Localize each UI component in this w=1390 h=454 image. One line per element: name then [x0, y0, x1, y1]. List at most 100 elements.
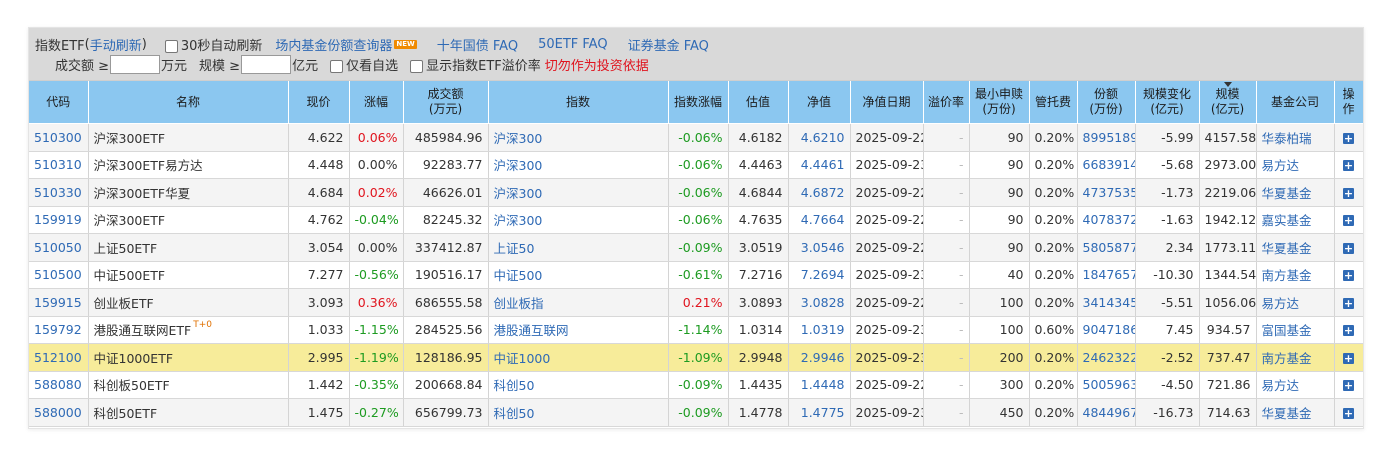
company-link[interactable]: 富国基金 — [1256, 316, 1335, 344]
op-cell[interactable]: + — [1334, 233, 1363, 262]
col-volume-header[interactable]: 成交额 (万元) — [403, 81, 489, 124]
op-cell[interactable]: + — [1334, 316, 1363, 344]
add-favorite-icon[interactable]: + — [1343, 242, 1354, 254]
nav-link[interactable]: 3.0828 — [788, 288, 851, 317]
index-link[interactable]: 上证50 — [488, 233, 669, 262]
securities-fund-faq-link[interactable]: 证券基金 FAQ — [628, 35, 709, 54]
op-cell[interactable]: + — [1334, 123, 1363, 152]
auto-refresh-checkbox[interactable] — [164, 40, 178, 53]
shares-link[interactable]: 6683914 — [1077, 151, 1136, 179]
index-link[interactable]: 科创50 — [488, 371, 669, 399]
index-link[interactable]: 沪深300 — [488, 151, 669, 179]
table-row[interactable]: 512100 中证1000ETF 2.995 -1.19% 128186.95 中证100… — [29, 343, 1363, 372]
table-row[interactable]: 510300 沪深300ETF 4.622 0.06% 485984.96 沪深300 -0… — [29, 123, 1363, 152]
shares-link[interactable]: 3414345 — [1077, 288, 1136, 317]
nav-link[interactable]: 4.7664 — [788, 206, 851, 234]
company-link[interactable]: 华夏基金 — [1256, 178, 1335, 207]
nav-link[interactable]: 1.4775 — [788, 398, 851, 427]
op-cell[interactable]: + — [1334, 343, 1363, 372]
col-price-header[interactable]: 现价 — [288, 81, 350, 124]
nav-link[interactable]: 2.9946 — [788, 343, 851, 372]
add-favorite-icon[interactable]: + — [1343, 187, 1354, 199]
company-link[interactable]: 嘉实基金 — [1256, 206, 1335, 234]
premium-toggle[interactable]: 显示指数ETF溢价率 — [410, 55, 541, 74]
shares-link[interactable]: 4078372 — [1077, 206, 1136, 234]
col-change-header[interactable]: 涨幅 — [349, 81, 404, 124]
op-cell[interactable]: + — [1334, 261, 1363, 289]
company-link[interactable]: 南方基金 — [1256, 261, 1335, 289]
table-row[interactable]: 510500 中证500ETF 7.277 -0.56% 190516.17 中证500-… — [29, 261, 1363, 289]
table-row[interactable]: 510330 沪深300ETF华夏 4.684 0.02% 46626.01 沪深300-… — [29, 178, 1363, 207]
add-favorite-icon[interactable]: + — [1343, 325, 1354, 337]
table-row[interactable]: 159919 沪深300ETF 4.762 -0.04% 82245.32 沪深300 -0… — [29, 206, 1363, 234]
premium-checkbox[interactable] — [410, 60, 424, 73]
col-min-sub-header[interactable]: 最小申赎 (万份) — [969, 81, 1030, 124]
index-link[interactable]: 创业板指 — [488, 288, 669, 317]
nav-link[interactable]: 1.0319 — [788, 316, 851, 344]
etf50-faq-link[interactable]: 50ETF FAQ — [538, 37, 608, 52]
code-link[interactable]: 159915 — [29, 288, 89, 317]
col-scale-header[interactable]: 规模 (亿元) — [1199, 81, 1257, 124]
code-link[interactable]: 510500 — [29, 261, 89, 289]
nav-link[interactable]: 4.4461 — [788, 151, 851, 179]
favorites-checkbox[interactable] — [330, 60, 344, 73]
col-code-header[interactable]: 代码 — [29, 81, 89, 124]
nav-link[interactable]: 3.0546 — [788, 233, 851, 262]
col-shares-header[interactable]: 份额 (万份) — [1077, 81, 1136, 124]
company-link[interactable]: 华夏基金 — [1256, 233, 1335, 262]
company-link[interactable]: 易方达 — [1256, 371, 1335, 399]
add-favorite-icon[interactable]: + — [1343, 380, 1354, 392]
code-link[interactable]: 510330 — [29, 178, 89, 207]
code-link[interactable]: 512100 — [29, 343, 89, 372]
index-link[interactable]: 中证500 — [488, 261, 669, 289]
col-nav-header[interactable]: 净值 — [788, 81, 851, 124]
op-cell[interactable]: + — [1334, 178, 1363, 207]
shares-link[interactable]: 9047186 — [1077, 316, 1136, 344]
shares-link[interactable]: 8995189 — [1077, 123, 1136, 152]
shares-link[interactable]: 1847657 — [1077, 261, 1136, 289]
manual-refresh-link[interactable]: 手动刷新 — [90, 35, 142, 54]
add-favorite-icon[interactable]: + — [1343, 132, 1354, 144]
index-link[interactable]: 沪深300 — [488, 123, 669, 152]
col-index-change-header[interactable]: 指数涨幅 — [668, 81, 729, 124]
company-link[interactable]: 华泰柏瑞 — [1256, 123, 1335, 152]
index-link[interactable]: 中证1000 — [488, 343, 669, 372]
code-link[interactable]: 510310 — [29, 151, 89, 179]
table-row[interactable]: 510050 上证50ETF 3.054 0.00% 337412.87 上证50 -0.0… — [29, 233, 1363, 262]
op-cell[interactable]: + — [1334, 371, 1363, 399]
code-link[interactable]: 588080 — [29, 371, 89, 399]
op-cell[interactable]: + — [1334, 206, 1363, 234]
auto-refresh-toggle[interactable]: 30秒自动刷新 — [164, 35, 262, 54]
op-cell[interactable]: + — [1334, 398, 1363, 427]
company-link[interactable]: 易方达 — [1256, 288, 1335, 317]
code-link[interactable]: 510300 — [29, 123, 89, 152]
code-link[interactable]: 588000 — [29, 398, 89, 427]
treasury-faq-link[interactable]: 十年国债 FAQ — [437, 35, 518, 54]
nav-link[interactable]: 7.2694 — [788, 261, 851, 289]
col-company-header[interactable]: 基金公司 — [1256, 81, 1335, 124]
code-link[interactable]: 510050 — [29, 233, 89, 262]
shares-link[interactable]: 4844967 — [1077, 398, 1136, 427]
nav-link[interactable]: 1.4448 — [788, 371, 851, 399]
nav-link[interactable]: 4.6210 — [788, 123, 851, 152]
col-nav-date-header[interactable]: 净值日期 — [850, 81, 924, 124]
col-premium-header[interactable]: 溢价率 — [923, 81, 970, 124]
code-link[interactable]: 159792 — [29, 316, 89, 344]
shares-link[interactable]: 4737535 — [1077, 178, 1136, 207]
add-favorite-icon[interactable]: + — [1343, 297, 1354, 309]
add-favorite-icon[interactable]: + — [1343, 407, 1354, 419]
index-link[interactable]: 港股通互联网 — [488, 316, 669, 344]
code-link[interactable]: 159919 — [29, 206, 89, 234]
scale-min-input[interactable] — [241, 55, 292, 74]
shares-link[interactable]: 5805877 — [1077, 233, 1136, 262]
op-cell[interactable]: + — [1334, 151, 1363, 179]
add-favorite-icon[interactable]: + — [1343, 270, 1354, 282]
company-link[interactable]: 易方达 — [1256, 151, 1335, 179]
col-fee-header[interactable]: 管托费 — [1029, 81, 1078, 124]
op-cell[interactable]: + — [1334, 288, 1363, 317]
shares-link[interactable]: 5005963 — [1077, 371, 1136, 399]
add-favorite-icon[interactable]: + — [1343, 352, 1354, 364]
table-row[interactable]: 588080 科创板50ETF 1.442 -0.35% 200668.84 科创50 -0… — [29, 371, 1363, 399]
col-name-header[interactable]: 名称 — [88, 81, 289, 124]
volume-min-input[interactable] — [110, 55, 161, 74]
